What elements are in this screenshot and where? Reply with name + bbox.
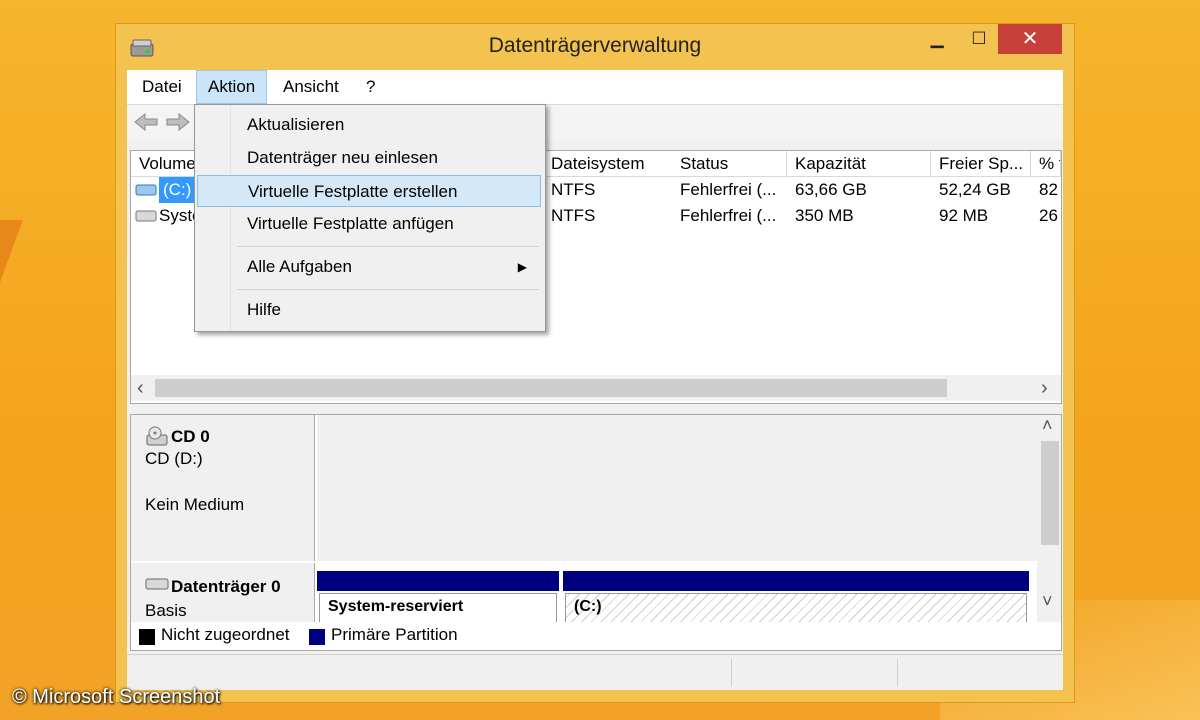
percent-free-cell: 82 [1039, 180, 1058, 199]
disk-label-cd0[interactable]: CD 0 CD (D:) Kein Medium [131, 415, 315, 561]
pane-splitter[interactable] [127, 404, 1063, 414]
capacity-cell: 63,66 GB [795, 180, 867, 199]
minimize-button[interactable]: ▁ [920, 24, 954, 54]
disk-type: Basis [145, 601, 187, 620]
aktion-dropdown-menu: Aktualisieren Datenträger neu einlesen V… [194, 104, 546, 332]
menu-item-alle-aufgaben[interactable]: Alle Aufgaben ▶ [197, 251, 541, 283]
cd-partition-area[interactable] [317, 415, 1037, 561]
partition-header [317, 571, 559, 591]
menu-item-datentraeger-neu-einlesen[interactable]: Datenträger neu einlesen [197, 142, 541, 174]
maximize-button[interactable]: ☐ [962, 24, 996, 54]
disk-map: CD 0 CD (D:) Kein Medium Datenträger 0 B… [130, 414, 1062, 624]
copyright-watermark: © Microsoft Screenshot [12, 686, 221, 708]
disk0-partition-area: System-reserviert (C:) [317, 563, 1037, 623]
legend-primary-partition: Primäre Partition [331, 625, 458, 644]
menu-bar: Datei Aktion Ansicht ? [127, 70, 1063, 105]
column-header-kapazitaet[interactable]: Kapazität [787, 151, 931, 177]
scrollbar-thumb[interactable] [155, 379, 947, 397]
legend-unallocated: Nicht zugeordnet [161, 625, 290, 644]
menu-item-aktualisieren[interactable]: Aktualisieren [197, 109, 541, 141]
menu-item-virtuelle-festplatte-erstellen[interactable]: Virtuelle Festplatte erstellen [197, 175, 541, 207]
legend: Nicht zugeordnet Primäre Partition [130, 622, 1062, 651]
volume-cell: (C:) [159, 177, 197, 203]
column-header-freier-speicher[interactable]: Freier Sp... [931, 151, 1031, 177]
disk-name: Datenträger 0 [171, 577, 281, 596]
column-header-status[interactable]: Status [672, 151, 787, 177]
menu-datei[interactable]: Datei [131, 70, 193, 104]
status-bar [127, 654, 1063, 689]
drive-icon [135, 210, 157, 222]
disk-label-datentraeger0[interactable]: Datenträger 0 Basis [131, 563, 315, 623]
drive-icon [135, 184, 157, 196]
capacity-cell: 350 MB [795, 206, 854, 225]
menu-item-virtuelle-festplatte-anfuegen[interactable]: Virtuelle Festplatte anfügen [197, 208, 541, 240]
scroll-right-icon[interactable]: › [1041, 375, 1048, 401]
menu-ansicht[interactable]: Ansicht [272, 70, 350, 104]
disk-drive-letter: CD (D:) [145, 449, 203, 468]
partition-c[interactable]: (C:) [565, 593, 1027, 623]
partition-header [563, 571, 1029, 591]
filesystem-cell: NTFS [551, 206, 596, 225]
menu-aktion[interactable]: Aktion [196, 70, 268, 104]
partition-system-reserviert[interactable]: System-reserviert [319, 593, 557, 623]
submenu-arrow-icon: ▶ [517, 260, 527, 274]
scrollbar-thumb[interactable] [1041, 441, 1059, 545]
percent-free-cell: 26 [1039, 206, 1058, 225]
menu-separator [237, 246, 539, 247]
free-space-cell: 52,24 GB [939, 180, 1011, 199]
disk-media-status: Kein Medium [145, 495, 245, 514]
hard-disk-icon [145, 578, 169, 590]
disk-name: CD 0 [171, 427, 210, 446]
menu-item-label: Alle Aufgaben [247, 257, 352, 276]
status-cell: Fehlerfrei (... [680, 206, 777, 225]
status-divider [731, 659, 732, 687]
menu-separator [237, 289, 539, 290]
vertical-scrollbar[interactable]: ˄ ˅ [1037, 415, 1061, 623]
scroll-down-icon[interactable]: ˅ [1042, 591, 1053, 612]
column-header-dateisystem[interactable]: Dateisystem [543, 151, 673, 177]
forward-arrow-icon[interactable] [165, 112, 191, 132]
menu-help[interactable]: ? [355, 70, 386, 104]
menu-item-hilfe[interactable]: Hilfe [197, 294, 541, 326]
status-divider [897, 659, 898, 687]
close-button[interactable]: ✕ [998, 24, 1062, 54]
column-header-prozent-frei[interactable]: % f [1031, 151, 1061, 177]
filesystem-cell: NTFS [551, 180, 596, 199]
background-shape [0, 220, 23, 290]
horizontal-scrollbar[interactable]: ‹ › [131, 375, 1061, 401]
volume-cell: Syste [159, 206, 197, 225]
cd-drive-icon [146, 426, 168, 446]
scroll-left-icon[interactable]: ‹ [137, 375, 144, 401]
swatch-primary-partition [309, 629, 325, 645]
scroll-up-icon[interactable]: ˄ [1042, 415, 1053, 436]
back-arrow-icon[interactable] [133, 112, 159, 132]
swatch-unallocated [139, 629, 155, 645]
title-bar[interactable]: Datenträgerverwaltung ▁ ☐ ✕ [116, 24, 1074, 70]
status-cell: Fehlerfrei (... [680, 180, 777, 199]
free-space-cell: 92 MB [939, 206, 989, 225]
